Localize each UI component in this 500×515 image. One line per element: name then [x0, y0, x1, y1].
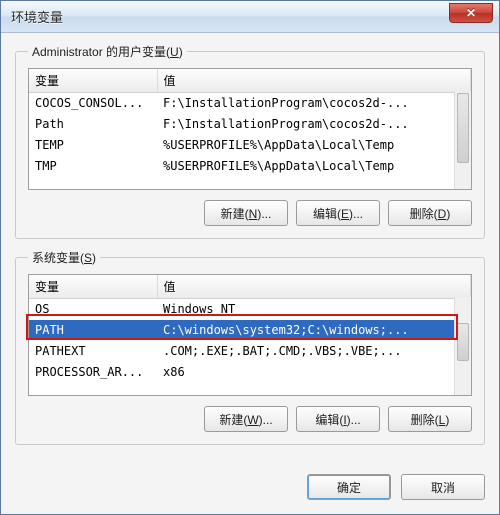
titlebar[interactable]: 环境变量 ✕: [1, 1, 499, 33]
cancel-button[interactable]: 取消: [401, 474, 485, 500]
close-button[interactable]: ✕: [449, 3, 493, 23]
cell-value: F:\InstallationProgram\cocos2d-...: [157, 93, 471, 114]
window-title: 环境变量: [11, 7, 63, 26]
user-variables-list[interactable]: 变量 值 COCOS_CONSOL...F:\InstallationProgr…: [28, 68, 472, 190]
system-rows: OSWindows_NTPATHC:\windows\system32;C:\w…: [29, 299, 471, 383]
user-edit-button[interactable]: 编辑(E)...: [296, 200, 380, 226]
scrollbar[interactable]: [454, 91, 471, 189]
table-row[interactable]: PROCESSOR_AR...x86: [29, 362, 471, 383]
cell-variable: Path: [29, 114, 157, 135]
system-new-button[interactable]: 新建(W)...: [204, 406, 288, 432]
table-row[interactable]: PATHC:\windows\system32;C:\windows;...: [29, 320, 471, 341]
user-rows: COCOS_CONSOL...F:\InstallationProgram\co…: [29, 93, 471, 177]
cell-variable: PROCESSOR_AR...: [29, 362, 157, 383]
system-variables-group: 系统变量(S) 变量 值 OSWindows_NTPATHC:\windows\: [15, 249, 485, 445]
cell-variable: PATHEXT: [29, 341, 157, 362]
list-header[interactable]: 变量 值: [29, 275, 471, 299]
cell-value: Windows_NT: [157, 299, 471, 320]
system-buttons: 新建(W)... 编辑(I)... 删除(L): [28, 406, 472, 432]
col-header-variable[interactable]: 变量: [29, 69, 157, 93]
system-delete-button[interactable]: 删除(L): [388, 406, 472, 432]
col-header-variable[interactable]: 变量: [29, 275, 157, 299]
cell-value: %USERPROFILE%\AppData\Local\Temp: [157, 135, 471, 156]
close-icon: ✕: [466, 6, 476, 20]
env-variables-dialog: 环境变量 ✕ Administrator 的用户变量(U) 变量 值: [0, 0, 500, 515]
cell-value: .COM;.EXE;.BAT;.CMD;.VBS;.VBE;...: [157, 341, 471, 362]
system-variables-list[interactable]: 变量 值 OSWindows_NTPATHC:\windows\system32…: [28, 274, 472, 396]
system-variables-legend: 系统变量(S): [28, 249, 100, 266]
table-row[interactable]: PathF:\InstallationProgram\cocos2d-...: [29, 114, 471, 135]
scrollbar[interactable]: [454, 297, 471, 395]
cell-value: F:\InstallationProgram\cocos2d-...: [157, 114, 471, 135]
ok-button[interactable]: 确定: [307, 474, 391, 500]
table-row[interactable]: OSWindows_NT: [29, 299, 471, 320]
user-variables-legend: Administrator 的用户变量(U): [28, 43, 187, 60]
cell-value: %USERPROFILE%\AppData\Local\Temp: [157, 156, 471, 177]
scroll-thumb[interactable]: [457, 93, 469, 163]
table-row[interactable]: COCOS_CONSOL...F:\InstallationProgram\co…: [29, 93, 471, 114]
user-variables-group: Administrator 的用户变量(U) 变量 值 COCOS_CONSOL: [15, 43, 485, 239]
table-row[interactable]: TEMP%USERPROFILE%\AppData\Local\Temp: [29, 135, 471, 156]
dialog-footer: 确定 取消: [1, 466, 499, 514]
dialog-content: Administrator 的用户变量(U) 变量 值 COCOS_CONSOL: [1, 33, 499, 466]
col-header-value[interactable]: 值: [157, 69, 471, 93]
cell-variable: COCOS_CONSOL...: [29, 93, 157, 114]
cell-variable: PATH: [29, 320, 157, 341]
table-row[interactable]: TMP%USERPROFILE%\AppData\Local\Temp: [29, 156, 471, 177]
cell-value: x86: [157, 362, 471, 383]
cell-variable: TMP: [29, 156, 157, 177]
user-new-button[interactable]: 新建(N)...: [204, 200, 288, 226]
list-header[interactable]: 变量 值: [29, 69, 471, 93]
cell-value: C:\windows\system32;C:\windows;...: [157, 320, 471, 341]
cell-variable: OS: [29, 299, 157, 320]
cell-variable: TEMP: [29, 135, 157, 156]
table-row[interactable]: PATHEXT.COM;.EXE;.BAT;.CMD;.VBS;.VBE;...: [29, 341, 471, 362]
user-delete-button[interactable]: 删除(D): [388, 200, 472, 226]
system-edit-button[interactable]: 编辑(I)...: [296, 406, 380, 432]
user-buttons: 新建(N)... 编辑(E)... 删除(D): [28, 200, 472, 226]
col-header-value[interactable]: 值: [157, 275, 471, 299]
scroll-thumb[interactable]: [457, 323, 469, 361]
